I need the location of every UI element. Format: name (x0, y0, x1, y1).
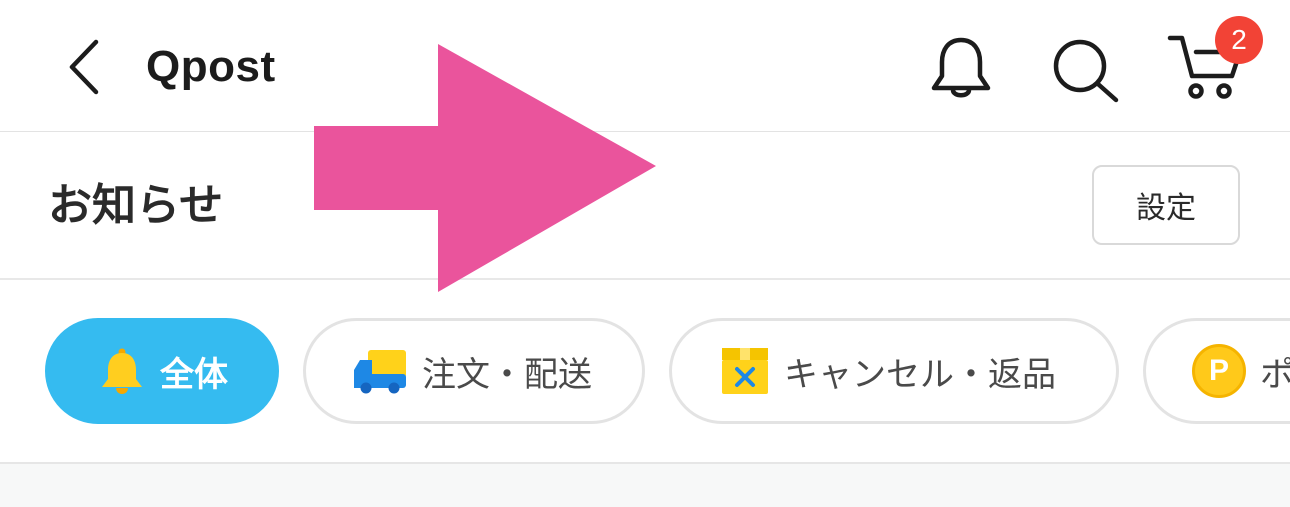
filter-chip-point[interactable]: P ポ (1143, 318, 1290, 424)
back-icon (69, 39, 99, 95)
page-title: お知らせ (48, 180, 224, 231)
point-coin-icon: P (1192, 344, 1246, 398)
filter-chip-all[interactable]: 全体 (45, 318, 279, 424)
filter-chip-label: ポ (1260, 347, 1290, 396)
bell-icon (931, 37, 991, 98)
settings-button[interactable]: 設定 (1092, 165, 1240, 245)
cart-count-badge: 2 (1215, 16, 1263, 64)
filter-chip-cancel-return[interactable]: キャンセル・返品 (669, 318, 1119, 424)
search-icon (1053, 39, 1119, 103)
category-filter-bar: 全体 注文・配送 キャンセル・返品 P ポ (0, 280, 1290, 464)
bell-icon (102, 348, 142, 394)
truck-icon (354, 350, 406, 394)
notification-button[interactable] (926, 34, 996, 104)
annotation-arrow-icon (314, 44, 656, 292)
notification-list-area (0, 464, 1290, 507)
search-button[interactable] (1048, 34, 1122, 104)
filter-chip-label: キャンセル・返品 (784, 354, 1056, 395)
app-title: Qpost (146, 42, 276, 91)
box-cancel-icon (722, 348, 768, 394)
filter-chip-label: 全体 (160, 354, 228, 395)
filter-chip-order-delivery[interactable]: 注文・配送 (303, 318, 645, 424)
filter-chip-label: 注文・配送 (422, 354, 592, 395)
back-button[interactable] (60, 36, 110, 98)
